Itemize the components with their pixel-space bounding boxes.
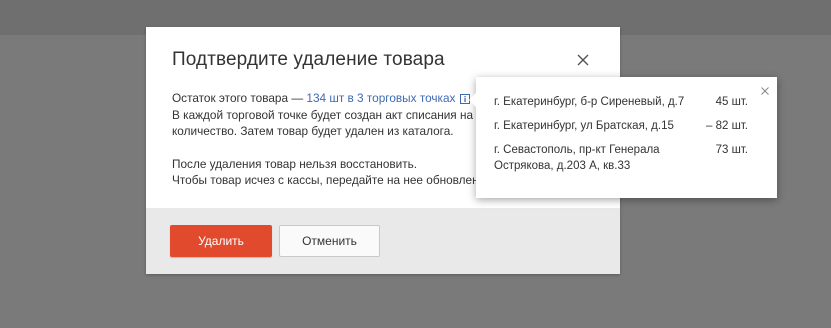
location-row: г. Севастополь, пр-кт Генерала Острякова… [494, 143, 748, 175]
dialog-title: Подтвердите удаление товара [172, 49, 445, 70]
location-quantity: 73 шт. [715, 144, 748, 156]
delete-button[interactable]: Удалить [170, 225, 272, 257]
stock-locations-link[interactable]: 134 шт в 3 торговых точках [306, 91, 455, 105]
stock-locations-popover: г. Екатеринбург, б-р Сиреневый, д.7 45 ш… [469, 77, 777, 198]
location-address: г. Севастополь, пр-кт Генерала Острякова… [494, 144, 660, 172]
location-quantity: 45 шт. [715, 96, 748, 108]
location-address: г. Екатеринбург, ул Братская, д.15 [494, 120, 674, 132]
location-quantity: – 82 шт. [706, 120, 748, 132]
cancel-button[interactable]: Отменить [279, 225, 380, 257]
location-row: г. Екатеринбург, ул Братская, д.15 – 82 … [494, 119, 748, 135]
popover-arrow [469, 93, 476, 107]
remaining-stock-label: Остаток этого товара — [172, 91, 307, 105]
close-icon[interactable] [574, 51, 592, 69]
dialog-footer: Удалить Отменить [146, 208, 620, 274]
location-row: г. Екатеринбург, б-р Сиреневый, д.7 45 ш… [494, 95, 748, 111]
close-icon[interactable] [760, 83, 770, 95]
location-address: г. Екатеринбург, б-р Сиреневый, д.7 [494, 96, 685, 108]
